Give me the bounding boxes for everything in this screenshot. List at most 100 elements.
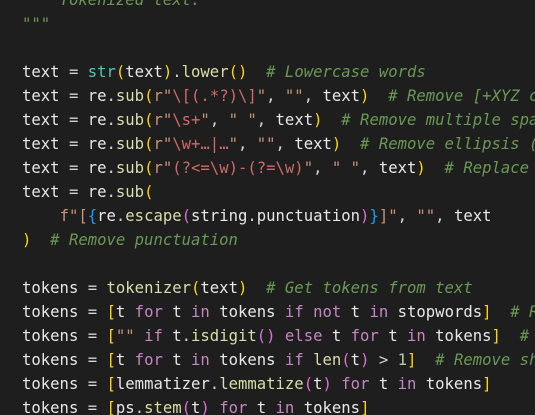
- code-token-op: ,: [397, 207, 417, 225]
- code-token-var: stopwords: [397, 303, 483, 321]
- code-token-var: ps: [115, 399, 135, 415]
- code-token-op: .: [209, 375, 220, 393]
- code-token-op: =: [78, 327, 107, 345]
- code-token-var: re: [87, 159, 107, 177]
- code-token-string: "": [284, 87, 304, 105]
- code-token-keyword: else: [275, 327, 332, 345]
- code-line[interactable]: tokens = [lemmatizer.lemmatize(t) for t …: [22, 372, 492, 396]
- code-token-var: t: [115, 351, 126, 369]
- code-token-var: tokens: [425, 375, 483, 393]
- code-line[interactable]: text = re.sub(r"(?<=\w)-(?=\w)", " ", te…: [22, 156, 535, 180]
- code-token-p1: ]: [482, 375, 492, 393]
- code-token-func: stem: [144, 399, 182, 415]
- code-editor[interactable]: Tokenized text. """ text = str(text).lower…: [0, 0, 535, 415]
- code-token-op: ,: [303, 87, 323, 105]
- code-token-string: ": [303, 159, 314, 177]
- code-token-regex: \[(.*?)\]: [172, 87, 257, 105]
- code-token-var: tokens: [22, 351, 79, 369]
- code-line[interactable]: tokens = [ps.stem(t) for t in tokens]: [22, 396, 369, 415]
- code-token-p1: ): [237, 279, 248, 297]
- code-token-op: .: [181, 327, 192, 345]
- code-token-keyword: if: [134, 327, 173, 345]
- code-token-var: text: [275, 111, 314, 129]
- code-token-op: .: [247, 207, 257, 225]
- code-line[interactable]: text = re.sub(r"\[(.*?)\]", "", text) # …: [22, 84, 535, 108]
- code-line[interactable]: tokens = ["" if t.isdigit() else t for t…: [22, 324, 535, 348]
- code-line[interactable]: Tokenized text.: [22, 0, 201, 12]
- code-token-op: =: [78, 279, 107, 297]
- code-line[interactable]: tokens = [t for t in tokens if not t in …: [22, 300, 535, 324]
- code-token-op: .: [115, 207, 126, 225]
- code-token-var: re: [87, 87, 107, 105]
- code-token-func: escape: [125, 207, 182, 225]
- code-token-p2: ): [322, 375, 332, 393]
- code-token-p1: ]: [360, 399, 370, 415]
- code-token-op: ,: [256, 111, 276, 129]
- code-token-var: tokens: [219, 303, 276, 321]
- code-token-op: =: [59, 135, 88, 153]
- code-token-p1: (: [115, 63, 126, 81]
- code-token-func: sub: [115, 159, 145, 177]
- code-line[interactable]: text = str(text).lower() # Lowercase wor…: [22, 60, 426, 84]
- code-token-p1: [: [106, 327, 116, 345]
- code-token-var: re: [97, 207, 116, 225]
- code-token-p2: (: [181, 207, 192, 225]
- code-token-string: r": [153, 135, 173, 153]
- code-token-var: t: [341, 303, 361, 321]
- code-token-op: =: [59, 183, 88, 201]
- code-token-p1: (): [228, 63, 248, 81]
- code-token-regex: \w+…|…: [172, 135, 229, 153]
- code-token-keyword: for: [331, 375, 379, 393]
- code-token-op: =: [59, 63, 88, 81]
- code-token-p1: ): [22, 231, 32, 249]
- code-token-var: t: [331, 327, 342, 345]
- code-line[interactable]: tokens = [t for t in tokens if len(t) > …: [22, 348, 535, 372]
- code-line[interactable]: ) # Remove punctuation: [22, 228, 238, 252]
- code-token-op: ,: [435, 207, 454, 225]
- code-line[interactable]: tokens = tokenizer(text) # Get tokens fr…: [22, 276, 473, 300]
- code-token-op: =: [78, 351, 107, 369]
- code-token-string: r": [153, 159, 173, 177]
- code-token-var: text: [22, 87, 60, 105]
- code-token-comment: # Remove [+XYZ chars] in content: [388, 87, 535, 105]
- code-token-keyword: in: [360, 303, 398, 321]
- code-token-comment: # Remove stopwords: [510, 303, 535, 321]
- code-token-var: tokens: [219, 351, 276, 369]
- code-token-var: t: [191, 399, 201, 415]
- code-token-keyword: in: [266, 399, 304, 415]
- code-token-string: r": [153, 111, 173, 129]
- code-token-func: sub: [115, 183, 145, 201]
- code-token-keyword: in: [181, 351, 220, 369]
- code-line[interactable]: text = re.sub(r"\w+…|…", "", text) # Rem…: [22, 132, 535, 156]
- code-token-p1: [: [106, 399, 116, 415]
- code-token-comment: Tokenized text.: [22, 0, 201, 9]
- code-token-op: .: [106, 87, 116, 105]
- code-token-func: sub: [115, 87, 145, 105]
- code-token-op: ,: [275, 135, 295, 153]
- code-token-var: text: [22, 111, 60, 129]
- code-line[interactable]: f"[{re.escape(string.punctuation)}]", ""…: [22, 204, 492, 228]
- code-token-var: text: [378, 159, 417, 177]
- code-token-func: len: [313, 351, 342, 369]
- code-token-p2: ): [200, 399, 210, 415]
- code-token-op: ,: [360, 159, 379, 177]
- code-token-p1: ]: [482, 303, 492, 321]
- code-token-op: .: [134, 399, 145, 415]
- code-token-var: tokens: [435, 327, 492, 345]
- code-token-var: text: [22, 159, 60, 177]
- code-token-p2: (: [303, 375, 314, 393]
- code-token-var: re: [87, 135, 107, 153]
- code-token-var: t: [115, 303, 126, 321]
- code-line[interactable]: text = re.sub(r"\s+", " ", text) # Remov…: [22, 108, 535, 132]
- code-token-var: tokens: [22, 303, 79, 321]
- code-line[interactable]: """: [22, 12, 50, 36]
- code-token-func: tokenizer: [106, 279, 192, 297]
- code-line[interactable]: text = re.sub(: [22, 180, 153, 204]
- code-token-op: ,: [313, 159, 332, 177]
- code-token-string: ]": [378, 207, 398, 225]
- code-token-keyword: not: [313, 303, 342, 321]
